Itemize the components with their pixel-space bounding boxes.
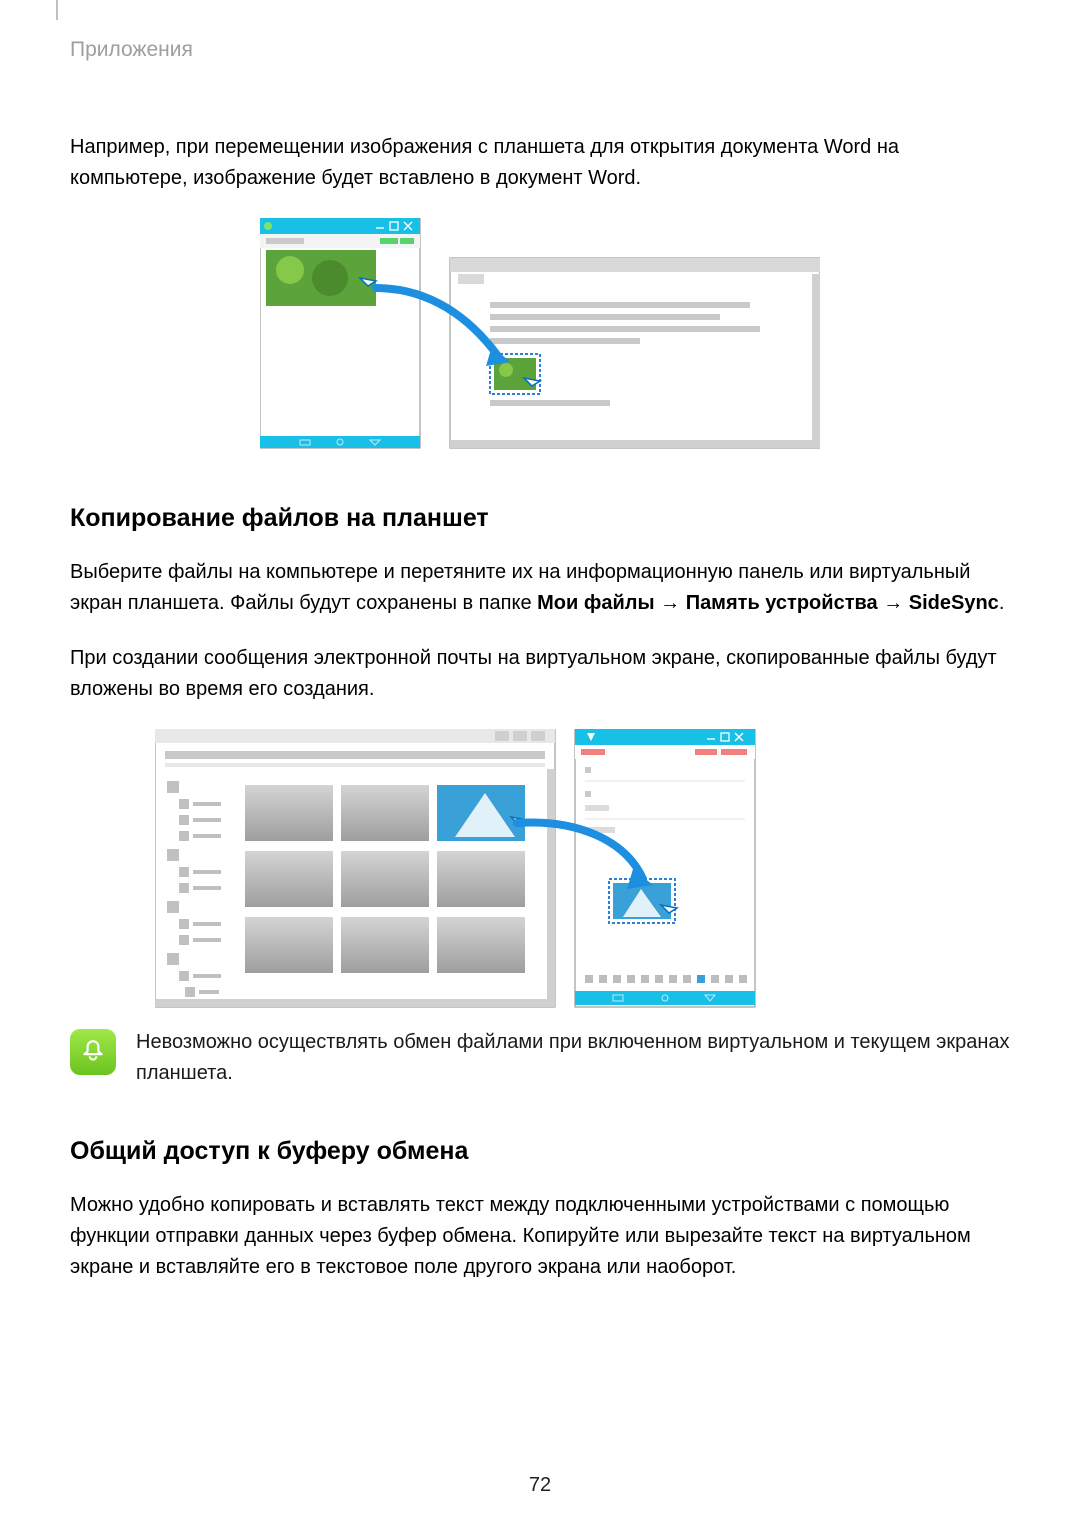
- section1-paragraph-b: При создании сообщения электронной почты…: [70, 643, 1010, 705]
- section-title-copy-to-tablet: Копирование файлов на планшет: [70, 504, 1010, 533]
- figure-drag-to-word: [70, 218, 1010, 456]
- arrow-sep: →: [655, 592, 686, 614]
- bold-device-memory: Память устройства: [686, 592, 878, 614]
- top-margin-rule: [56, 0, 58, 20]
- section1-paragraph-a: Выберите файлы на компьютере и перетянит…: [70, 557, 1010, 619]
- note-block: Невозможно осуществлять обмен файлами пр…: [70, 1027, 1010, 1089]
- breadcrumb: Приложения: [70, 38, 1010, 62]
- bell-icon: [70, 1029, 116, 1075]
- intro-paragraph: Например, при перемещении изображения с …: [70, 132, 1010, 194]
- section-title-clipboard: Общий доступ к буферу обмена: [70, 1137, 1010, 1166]
- figure-drag-to-tablet: [70, 729, 1010, 1009]
- section2-paragraph: Можно удобно копировать и вставлять текс…: [70, 1190, 1010, 1283]
- arrow-sep: →: [878, 592, 909, 614]
- period: .: [999, 592, 1005, 614]
- page-number: 72: [0, 1474, 1080, 1497]
- note-text: Невозможно осуществлять обмен файлами пр…: [136, 1027, 1010, 1089]
- bold-my-files: Мои файлы: [537, 592, 654, 614]
- bold-sidesync: SideSync: [909, 592, 999, 614]
